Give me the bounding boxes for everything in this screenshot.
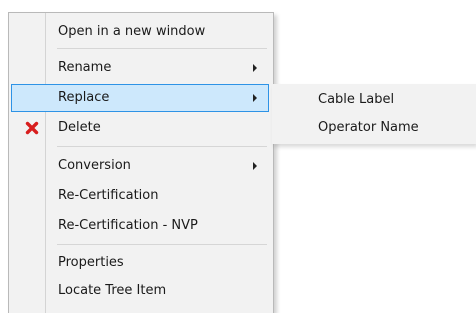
context-menu: Open in a new window Rename Replace Dele… <box>8 12 274 313</box>
menu-item-re-certification[interactable]: Re-Certification <box>11 182 269 210</box>
submenu-item-label: Operator Name <box>318 120 419 135</box>
delete-x-icon <box>25 121 39 135</box>
menu-item-open-in-new-window[interactable]: Open in a new window <box>11 18 269 46</box>
submenu-item-cable-label[interactable]: Cable Label <box>272 86 476 114</box>
submenu-item-label: Cable Label <box>318 92 395 107</box>
menu-item-properties[interactable]: Properties <box>11 249 269 277</box>
menu-item-delete[interactable]: Delete <box>11 114 269 142</box>
menu-item-rename[interactable]: Rename <box>11 54 269 82</box>
menu-item-label: Re-Certification - NVP <box>58 218 198 233</box>
menu-item-conversion[interactable]: Conversion <box>11 152 269 180</box>
menu-separator <box>57 244 267 245</box>
submenu-item-operator-name[interactable]: Operator Name <box>272 114 476 142</box>
replace-submenu: Cable Label Operator Name <box>272 84 476 144</box>
submenu-arrow-icon <box>253 64 257 72</box>
menu-item-label: Conversion <box>58 158 131 173</box>
menu-item-label: Properties <box>58 255 124 270</box>
menu-item-label: Re-Certification <box>58 188 159 203</box>
menu-separator <box>57 48 267 49</box>
menu-item-replace[interactable]: Replace <box>11 84 269 112</box>
submenu-arrow-icon <box>253 162 257 170</box>
menu-separator <box>57 146 267 147</box>
submenu-arrow-icon <box>253 94 257 102</box>
menu-item-label: Open in a new window <box>58 24 206 39</box>
menu-item-label: Delete <box>58 120 101 135</box>
menu-item-re-certification-nvp[interactable]: Re-Certification - NVP <box>11 212 269 240</box>
menu-item-label: Rename <box>58 60 112 75</box>
menu-item-locate-tree-item[interactable]: Locate Tree Item <box>11 277 269 305</box>
menu-item-label: Locate Tree Item <box>58 283 167 298</box>
menu-item-label: Replace <box>58 90 110 105</box>
